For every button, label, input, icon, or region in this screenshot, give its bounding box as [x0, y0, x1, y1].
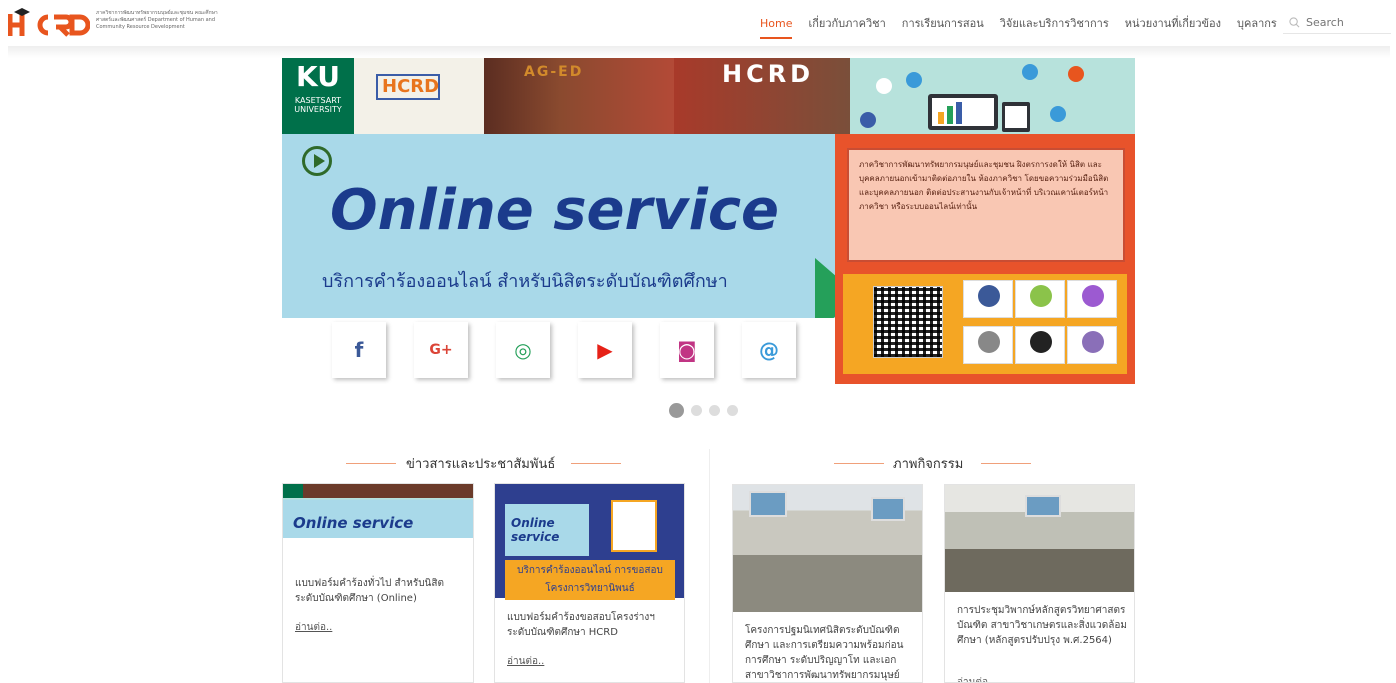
header-shadow: [8, 46, 1390, 58]
online-service-panel: Online service บริการคำร้องออนไลน์ สำหรั…: [282, 134, 835, 318]
site-header: ภาควิชาการพัฒนาทรัพยากรมนุษย์และชุมชน คณ…: [0, 0, 1396, 46]
activity-photo[interactable]: [733, 485, 922, 612]
news-thumbnail[interactable]: Online service บริการคำร้องออนไลน์ การขอ…: [495, 484, 684, 600]
slider-dot[interactable]: [727, 405, 738, 416]
nav-research[interactable]: วิจัยและบริการวิชาการ: [1000, 14, 1109, 32]
hcrd-page-icon: [963, 326, 1013, 364]
online-devices-illustration: [850, 58, 1135, 134]
play-icon: [302, 146, 332, 176]
activity-card[interactable]: การประชุมวิพากษ์หลักสูตรวิทยาศาสตรบัณฑิต…: [944, 484, 1135, 683]
activity-card[interactable]: โครงการปฐมนิเทศนิสิตระดับบัณฑิตศึกษา และ…: [732, 484, 923, 683]
contact-channels: [843, 274, 1127, 374]
nav-personnel[interactable]: บุคลากร: [1237, 14, 1277, 32]
main-nav: Home เกี่ยวกับภาควิชา การเรียนการสอน วิจ…: [752, 0, 1285, 46]
slider-dot[interactable]: [709, 405, 720, 416]
slider-dot[interactable]: [669, 403, 684, 418]
section-line: [981, 463, 1031, 464]
online-service-subtitle: บริการคำร้องออนไลน์ สำหรับนิสิตระดับบัณฑ…: [322, 271, 728, 292]
mail-icon: @: [742, 322, 796, 378]
hcrd-logo-icon: [8, 8, 90, 37]
google-plus-icon: G+: [414, 322, 468, 378]
column-divider: [709, 449, 710, 683]
ku-logo: KU KASETSART UNIVERSITY: [282, 58, 354, 134]
activity-caption[interactable]: โครงการปฐมนิเทศนิสิตระดับบัณฑิตศึกษา และ…: [745, 623, 915, 682]
ag-ed-icon: [1067, 326, 1117, 364]
site-logo[interactable]: ภาควิชาการพัฒนาทรัพยากรมนุษย์และชุมชน คณ…: [8, 6, 218, 40]
hero-slider[interactable]: KU KASETSART UNIVERSITY HCRD AG-ED HCRD: [282, 58, 1135, 384]
nav-home[interactable]: Home: [760, 17, 793, 39]
search-input[interactable]: [1306, 16, 1386, 29]
building-photo: AG-ED: [484, 58, 674, 134]
news-card[interactable]: Online service บริการคำร้องออนไลน์ การขอ…: [494, 483, 685, 683]
nav-teaching[interactable]: การเรียนการสอน: [902, 14, 984, 32]
hcrd-banner-logo: HCRD: [354, 58, 484, 134]
banner-top-strip: KU KASETSART UNIVERSITY HCRD AG-ED HCRD: [282, 58, 1135, 134]
section-line: [834, 463, 884, 464]
facebook-icon: f: [332, 322, 386, 378]
nav-about[interactable]: เกี่ยวกับภาควิชา: [808, 14, 885, 32]
slider-dots: [669, 403, 738, 418]
youtube-icon: ▶: [578, 322, 632, 378]
activities-section-title: ภาพกิจกรรม: [893, 457, 964, 472]
section-line: [571, 463, 621, 464]
social-strip: f G+ ◎ ▶ ◙ @: [282, 318, 835, 384]
hcrd-sign-photo: HCRD: [674, 58, 850, 134]
read-more-link[interactable]: อ่านต่อ..: [507, 654, 544, 669]
search-box[interactable]: [1283, 12, 1391, 34]
read-more-link[interactable]: อ่านต่อ..: [295, 620, 332, 635]
nav-related-units[interactable]: หน่วยงานที่เกี่ยวข้อง: [1125, 14, 1221, 32]
facebook-icon: [963, 280, 1013, 318]
activity-photo[interactable]: [945, 485, 1134, 592]
logo-subtitle: ภาควิชาการพัฒนาทรัพยากรมนุษย์และชุมชน คณ…: [96, 10, 218, 30]
news-caption[interactable]: แบบฟอร์มคำร้องขอสอบโครงร่างฯ ระดับบัณฑิต…: [507, 610, 677, 640]
notice-text: ภาควิชาการพัฒนาทรัพยากรมนุษย์และชุมชน ฝิ…: [847, 148, 1125, 262]
instagram-icon: ◙: [660, 322, 714, 378]
devices-icon: [860, 64, 1084, 132]
online-service-title: Online service: [330, 178, 780, 243]
whatsapp-icon: ◎: [496, 322, 550, 378]
section-line: [346, 463, 396, 464]
qr-code-icon: [873, 286, 943, 358]
notice-panel: ภาควิชาการพัฒนาทรัพยากรมนุษย์และชุมชน ฝิ…: [835, 134, 1135, 384]
news-card[interactable]: Online service แบบฟอร์มคำร้องทั่วไป สำหร…: [282, 483, 474, 683]
eoffice-icon: [1067, 280, 1117, 318]
activity-caption[interactable]: การประชุมวิพากษ์หลักสูตรวิทยาศาสตรบัณฑิต…: [957, 603, 1129, 648]
search-icon: [1289, 17, 1300, 28]
news-section-title: ข่าวสารและประชาสัมพันธ์: [406, 457, 556, 472]
hcrd-club-icon: [1015, 326, 1065, 364]
form-icon: [611, 500, 657, 552]
read-more-link[interactable]: อ่านต่อ..: [957, 675, 994, 682]
news-caption[interactable]: แบบฟอร์มคำร้องทั่วไป สำหรับนิสิตระดับบัณ…: [295, 576, 465, 606]
news-thumbnail[interactable]: Online service: [283, 484, 473, 561]
email-icon: [1015, 280, 1065, 318]
slider-dot[interactable]: [691, 405, 702, 416]
